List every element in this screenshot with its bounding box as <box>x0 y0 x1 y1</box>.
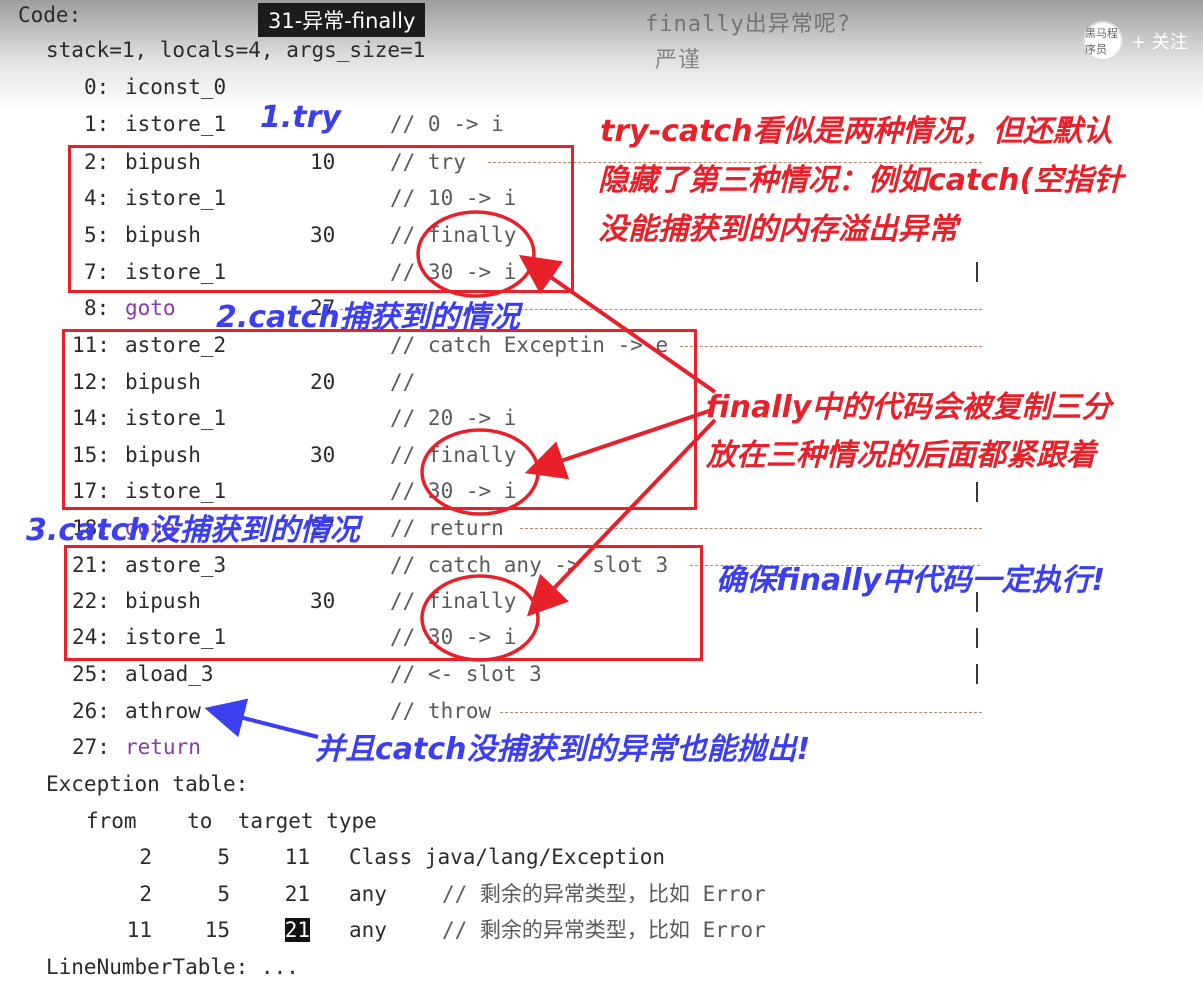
finally-circle-3 <box>420 574 540 662</box>
arrow-to-finally-2 <box>524 408 713 480</box>
arrow-to-athrow <box>204 698 319 739</box>
annotation-overlay <box>204 210 717 739</box>
finally-circle-1 <box>416 210 536 298</box>
arrow-to-finally-1 <box>518 254 717 394</box>
arrow-to-finally-3 <box>526 418 717 617</box>
finally-circle-2 <box>420 428 540 516</box>
